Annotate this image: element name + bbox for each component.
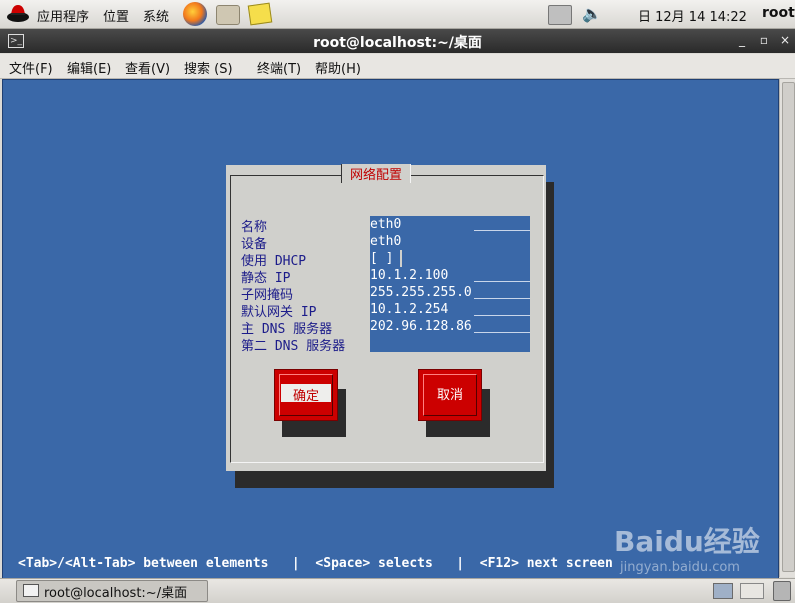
name-field-value: eth0	[370, 217, 402, 232]
notes-icon[interactable]	[247, 2, 273, 26]
menu-terminal[interactable]: 终端(T)	[257, 58, 301, 77]
cancel-button[interactable]: 取消	[418, 369, 482, 421]
gateway-value: 10.1.2.254	[370, 302, 449, 317]
menu-view[interactable]: 查看(V)	[125, 58, 170, 77]
taskbar-terminal-icon	[23, 584, 39, 597]
menu-help[interactable]: 帮助(H)	[315, 58, 361, 77]
scrollbar-thumb[interactable]	[782, 82, 795, 572]
secondary-dns-field[interactable]	[370, 335, 530, 352]
dhcp-checkbox-value: [ ]	[370, 251, 394, 266]
trash-icon[interactable]	[773, 581, 791, 601]
gateway-field[interactable]: 10.1.2.254	[370, 301, 530, 318]
places-menu[interactable]: 位置	[103, 6, 129, 25]
baidu-watermark-url: jingyan.baidu.com	[620, 560, 740, 575]
volume-icon[interactable]: 🔈	[582, 4, 602, 23]
workspace-2[interactable]	[740, 583, 764, 599]
taskbar-window-label: root@localhost:~/桌面	[44, 586, 188, 601]
mail-icon[interactable]	[216, 5, 240, 25]
menu-file[interactable]: 文件(F)	[9, 58, 53, 77]
name-field[interactable]: eth0	[370, 216, 530, 233]
redhat-logo-icon[interactable]	[6, 3, 30, 24]
netmask-value: 255.255.255.0	[370, 285, 472, 300]
cancel-button-label: 取消	[436, 388, 463, 403]
clock[interactable]: 日 12月 14 14:22	[638, 6, 747, 25]
close-button[interactable]: ×	[777, 33, 793, 47]
static-ip-value: 10.1.2.100	[370, 268, 449, 283]
system-menu[interactable]: 系统	[143, 6, 169, 25]
dialog-title: 网络配置	[341, 164, 412, 183]
window-title: root@localhost:~/桌面	[313, 35, 482, 51]
netmask-field[interactable]: 255.255.255.0	[370, 284, 530, 301]
ok-button[interactable]: 确定	[274, 369, 338, 421]
device-field-value: eth0	[370, 234, 402, 249]
keyboard-hint: <Tab>/<Alt-Tab> between elements | <Spac…	[18, 556, 613, 571]
menu-search[interactable]: 搜索 (S)	[184, 58, 233, 77]
network-icon[interactable]	[548, 5, 572, 25]
primary-dns-field[interactable]: 202.96.128.86	[370, 318, 530, 335]
ok-button-label: 确定	[292, 389, 319, 404]
user-menu[interactable]: root	[762, 5, 795, 21]
applications-menu[interactable]: 应用程序	[37, 6, 89, 25]
menubar	[0, 54, 795, 79]
static-ip-field[interactable]: 10.1.2.100	[370, 267, 530, 284]
workspace-1[interactable]	[713, 583, 733, 599]
minimize-button[interactable]: _	[734, 33, 750, 47]
maximize-button[interactable]: ▫	[756, 33, 772, 47]
primary-dns-value: 202.96.128.86	[370, 319, 472, 334]
menu-edit[interactable]: 编辑(E)	[67, 58, 111, 77]
device-field[interactable]: eth0	[370, 233, 530, 250]
field-label-secondary-dns: 第二 DNS 服务器	[241, 339, 346, 354]
firefox-icon[interactable]	[183, 2, 207, 26]
dhcp-checkbox[interactable]: [ ]	[370, 250, 530, 267]
baidu-watermark-logo: Baidu经验	[614, 525, 760, 558]
